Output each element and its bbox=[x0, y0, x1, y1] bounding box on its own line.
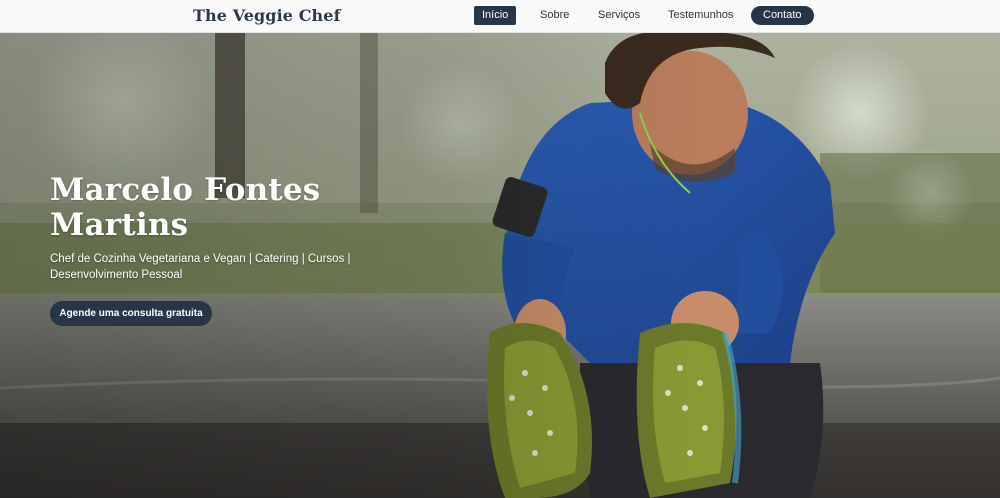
nav-item-servicos[interactable]: Serviços bbox=[598, 6, 640, 25]
nav-item-contato[interactable]: Contato bbox=[751, 6, 814, 25]
hero-section: Marcelo Fontes Martins Chef de Cozinha V… bbox=[0, 33, 1000, 498]
nav-item-inicio[interactable]: Início bbox=[474, 6, 517, 25]
hero-title: Marcelo Fontes Martins bbox=[50, 172, 321, 243]
site-header: The Veggie Chef Início Sobre Serviços Te… bbox=[0, 0, 1000, 33]
brand-logo-text[interactable]: The Veggie Chef bbox=[193, 6, 341, 25]
book-consultation-button[interactable]: Agende uma consulta gratuita bbox=[50, 301, 212, 326]
nav-item-testemunhos[interactable]: Testemunhos bbox=[668, 6, 733, 25]
nav-item-sobre[interactable]: Sobre bbox=[540, 6, 569, 25]
hero-subtitle: Chef de Cozinha Vegetariana e Vegan | Ca… bbox=[50, 253, 351, 281]
